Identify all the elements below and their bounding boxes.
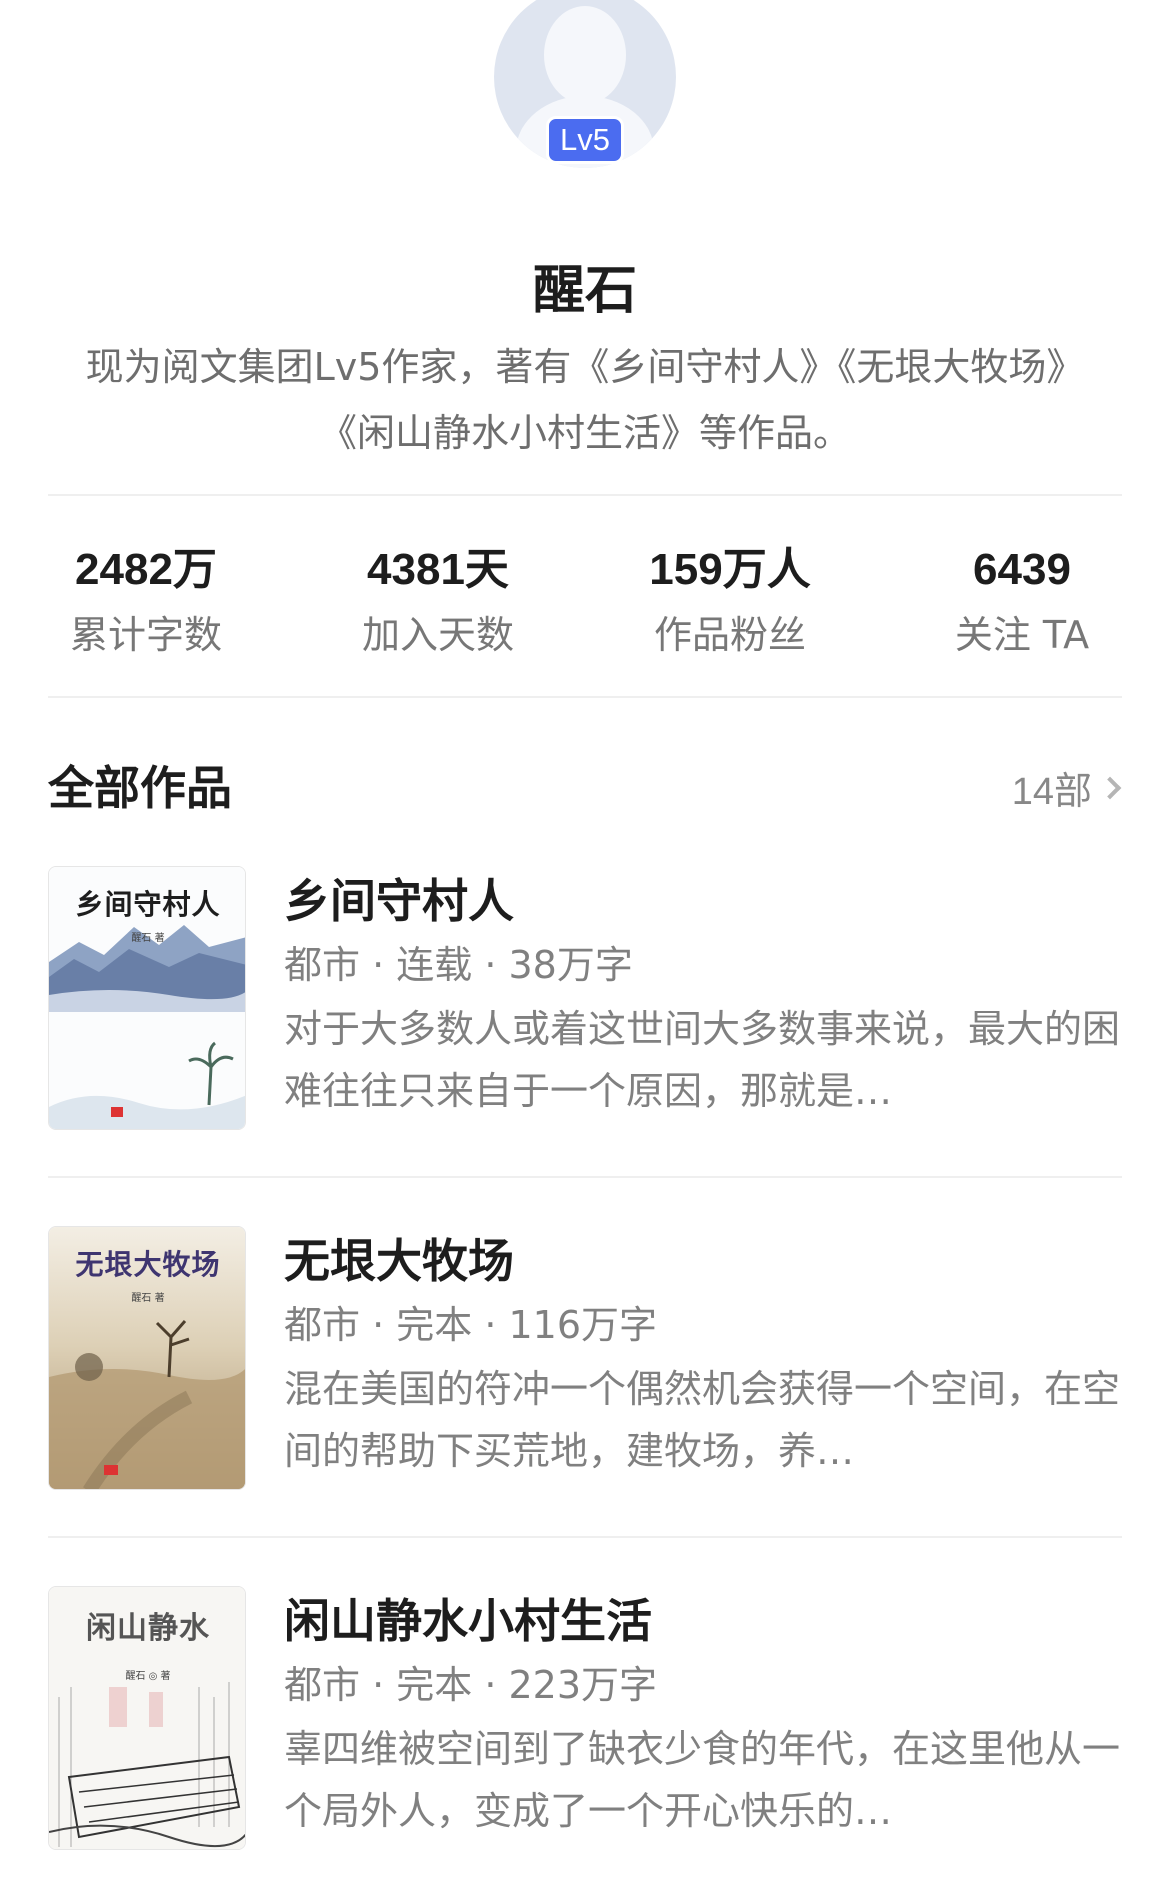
book-meta: 都市 · 完本 · 223万字 — [284, 1663, 658, 1707]
book-description: 混在美国的符冲一个偶然机会获得一个空间，在空间的帮助下买荒地，建牧场，养… — [284, 1367, 1121, 1473]
cover-title: 乡间守村人 — [75, 888, 221, 921]
cover-title: 闲山静水 — [86, 1611, 210, 1646]
cover-author: 醒石 著 — [131, 1293, 165, 1304]
stat-join-days: 4381天 加入天数 — [292, 540, 584, 670]
stat-fans[interactable]: 159万人 作品粉丝 — [584, 540, 876, 670]
book-item[interactable]: 闲山静水 醒石 ◎ 著 闲山静水小村生活 都市 · 完本 · 223万字 辜四维… — [48, 1586, 1122, 1852]
book-cover: 闲山静水 醒石 ◎ 著 — [48, 1586, 246, 1850]
works-count: 14部 — [1011, 771, 1092, 813]
author-name: 醒石 — [532, 261, 637, 321]
stat-following[interactable]: 6439 关注 TA — [876, 540, 1168, 670]
stat-label: 加入天数 — [361, 613, 514, 657]
divider — [48, 1176, 1122, 1178]
book-cover: 乡间守村人 醒石 著 — [48, 866, 246, 1130]
stat-value: 6439 — [973, 545, 1071, 594]
book-description: 辜四维被空间到了缺衣少食的年代，在这里他从一个局外人，变成了一个开心快乐的… — [284, 1727, 1121, 1833]
all-works-link[interactable]: 14部 — [1011, 760, 1122, 815]
book-cover: 无垠大牧场 醒石 著 — [48, 1226, 246, 1490]
book-item[interactable]: 乡间守村人 醒石 著 乡间守村人 都市 · 连载 · 38万字 对于大多数人或着… — [48, 866, 1122, 1132]
stat-value: 159万人 — [649, 545, 811, 594]
stat-total-words: 2482万 累计字数 — [0, 540, 292, 670]
level-badge: Lv5 — [546, 116, 624, 164]
stat-value: 4381天 — [367, 545, 509, 594]
author-intro: 现为阅文集团Lv5作家，著有《乡间守村人》《无垠大牧场》《闲山静水小村生活》等作… — [85, 345, 1085, 455]
stat-label: 关注 TA — [954, 613, 1090, 657]
stats-row: 2482万 累计字数 4381天 加入天数 159万人 作品粉丝 6439 关注… — [0, 540, 1170, 670]
chevron-right-icon — [1098, 776, 1122, 799]
book-description: 对于大多数人或着这世间大多数事来说，最大的困难往往只来自于一个原因，那就是… — [284, 1007, 1121, 1113]
book-meta: 都市 · 连载 · 38万字 — [284, 943, 633, 987]
book-info: 无垠大牧场 都市 · 完本 · 116万字 混在美国的符冲一个偶然机会获得一个空… — [284, 1226, 1122, 1482]
book-info: 乡间守村人 都市 · 连载 · 38万字 对于大多数人或着这世间大多数事来说，最… — [284, 866, 1122, 1122]
divider — [48, 494, 1122, 496]
book-meta: 都市 · 完本 · 116万字 — [284, 1303, 658, 1347]
stat-label: 作品粉丝 — [653, 613, 806, 657]
stat-value: 2482万 — [75, 545, 217, 594]
book-title: 闲山静水小村生活 — [284, 1594, 652, 1648]
book-title: 乡间守村人 — [284, 874, 514, 928]
divider — [48, 696, 1122, 698]
cover-author: 醒石 ◎ 著 — [125, 1671, 171, 1682]
cover-title: 无垠大牧场 — [75, 1248, 221, 1281]
book-item[interactable]: 无垠大牧场 醒石 著 无垠大牧场 都市 · 完本 · 116万字 混在美国的符冲… — [48, 1226, 1122, 1492]
stat-label: 累计字数 — [69, 613, 222, 657]
cover-author: 醒石 著 — [131, 933, 165, 944]
book-title: 无垠大牧场 — [284, 1234, 514, 1288]
divider — [48, 1536, 1122, 1538]
book-info: 闲山静水小村生活 都市 · 完本 · 223万字 辜四维被空间到了缺衣少食的年代… — [284, 1586, 1122, 1842]
all-works-title: 全部作品 — [48, 761, 232, 815]
